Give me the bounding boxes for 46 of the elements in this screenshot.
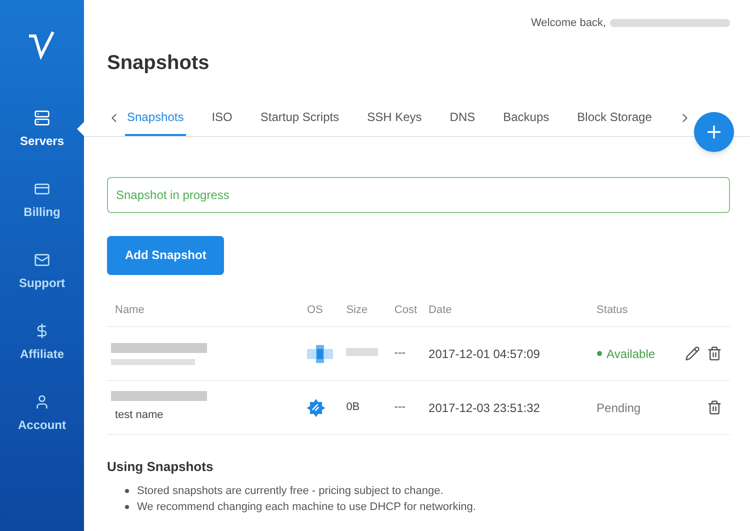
welcome-text: Welcome back, bbox=[531, 16, 606, 31]
add-snapshot-button[interactable]: Add Snapshot bbox=[107, 236, 224, 274]
status-text: Pending bbox=[596, 400, 641, 416]
active-pointer bbox=[77, 122, 84, 136]
info-title: Using Snapshots bbox=[107, 458, 214, 476]
tab[interactable]: Block Storage bbox=[575, 100, 654, 136]
tab[interactable]: ISO bbox=[210, 100, 234, 136]
column-header: Size bbox=[346, 294, 394, 326]
delete-icon[interactable] bbox=[707, 400, 722, 415]
info-bullet: We recommend changing each machine to use DHCP for networking. bbox=[137, 500, 476, 514]
page-title: Snapshots bbox=[107, 50, 210, 76]
os-logo-icon bbox=[307, 398, 325, 416]
sidebar-item[interactable]: Billing bbox=[0, 165, 84, 236]
add-fab-button[interactable] bbox=[694, 112, 734, 152]
tab[interactable]: Snapshots bbox=[125, 100, 186, 136]
delete-icon[interactable] bbox=[707, 346, 722, 361]
status-text: Available bbox=[606, 346, 656, 362]
sidebar-item[interactable]: Account bbox=[0, 378, 84, 449]
tab[interactable]: SSH Keys bbox=[365, 100, 424, 136]
size-cell: 0B bbox=[346, 401, 360, 414]
blurred-size bbox=[346, 348, 378, 356]
notice-box: Snapshot in progress bbox=[107, 176, 730, 212]
envelope-icon bbox=[34, 252, 50, 268]
servers-icon bbox=[34, 110, 50, 126]
tab[interactable]: Backups bbox=[501, 100, 552, 136]
user-icon bbox=[34, 394, 50, 410]
column-header: Date bbox=[428, 294, 597, 326]
edit-icon[interactable] bbox=[684, 346, 700, 361]
sidebar-item[interactable]: Servers bbox=[0, 94, 84, 165]
date-cell: 2017-12-01 04:57:09 bbox=[428, 326, 597, 380]
info-bullet: Stored snapshots are currently free - pricing subject to change. bbox=[137, 484, 444, 498]
logo-icon bbox=[27, 30, 57, 60]
tab[interactable]: Startup Scripts bbox=[258, 100, 342, 136]
column-header: Cost bbox=[394, 294, 429, 326]
cost-cell: --- bbox=[394, 380, 429, 434]
tab[interactable]: DNS bbox=[448, 100, 478, 136]
sidebar-item[interactable]: Affiliate bbox=[0, 307, 84, 378]
card-icon bbox=[34, 180, 50, 196]
column-header: Status bbox=[596, 294, 685, 326]
snapshot-description: test name bbox=[114, 408, 164, 424]
column-header: OS bbox=[307, 294, 346, 326]
cost-cell: --- bbox=[394, 326, 429, 380]
column-header: Name bbox=[107, 294, 307, 326]
blurred-os-icon bbox=[307, 344, 333, 362]
sidebar-item[interactable]: Support bbox=[0, 236, 84, 307]
date-cell: 2017-12-03 23:51:32 bbox=[428, 380, 597, 434]
